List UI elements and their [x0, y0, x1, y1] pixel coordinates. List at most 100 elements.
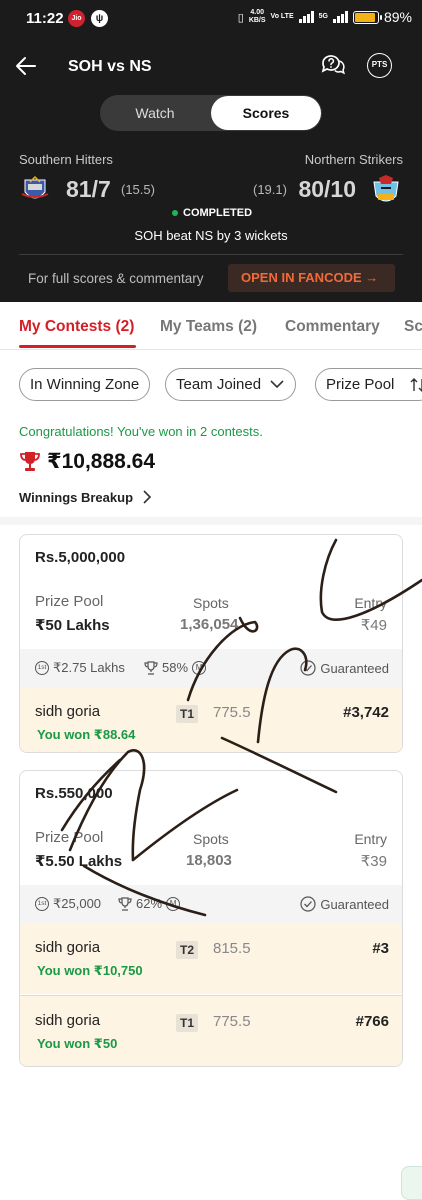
- first-prize-icon: 1st: [35, 897, 49, 911]
- match-status: COMPLETED: [183, 207, 253, 219]
- winnings-breakup-link[interactable]: Winnings Breakup: [19, 490, 133, 505]
- sort-icon: [410, 378, 422, 392]
- contest-info-row: 1st ₹25,000 62% M Guaranteed: [20, 885, 402, 923]
- network-speed: 4.00 KB/S: [249, 9, 266, 25]
- filter-prize-pool[interactable]: Prize Pool: [315, 368, 422, 401]
- multi-entry-icon: M: [192, 660, 207, 675]
- contest-card-1[interactable]: Rs.5,000,000 Prize Pool ₹50 Lakhs Spots …: [19, 534, 403, 753]
- contest-title: Rs.550,000: [35, 785, 113, 802]
- team-rank: #766: [355, 1013, 389, 1030]
- team-entry-row[interactable]: sidh goria You won ₹10,750 T2 815.5 #3: [20, 923, 402, 994]
- spots-value: 1,36,054: [180, 616, 239, 633]
- signal-icon: [298, 11, 314, 23]
- points-table-button[interactable]: PTS: [367, 53, 392, 78]
- check-circle-icon: [300, 896, 316, 912]
- entry-label: Entry: [354, 831, 387, 847]
- back-arrow-icon[interactable]: [14, 54, 38, 78]
- toggle-scores[interactable]: Scores: [211, 96, 321, 130]
- win-percentage: 58% M: [144, 660, 207, 675]
- status-indicators: ▯ 4.00 KB/S Vo LTE 5G 89%: [238, 9, 412, 25]
- fancode-note: For full scores & commentary: [28, 271, 204, 286]
- prize-pool-value: ₹50 Lakhs: [35, 617, 110, 634]
- entry-fee: ₹49: [360, 617, 387, 634]
- network-type: 5G: [318, 13, 328, 20]
- status-dot: [172, 210, 178, 216]
- network-speed-unit: KB/S: [248, 17, 266, 24]
- filter-winning-zone[interactable]: In Winning Zone: [19, 368, 151, 401]
- team1-score: 81/7: [66, 176, 111, 202]
- won-amount: You won ₹88.64: [37, 727, 136, 742]
- team2-overs: (19.1): [253, 182, 287, 197]
- win-percent-value: 58%: [162, 660, 189, 675]
- team1-logo-icon: [21, 175, 49, 199]
- tab-commentary[interactable]: Commentary: [285, 318, 380, 336]
- team-rank: #3,742: [343, 704, 389, 721]
- first-prize: 1st ₹2.75 Lakhs: [35, 660, 125, 676]
- spots-label: Spots: [193, 831, 229, 847]
- tab-scorecard[interactable]: Sc: [404, 318, 422, 336]
- prize-pool-label: Prize Pool: [35, 593, 104, 610]
- multi-entry-icon: M: [166, 896, 181, 911]
- team2-score: 80/10: [298, 176, 356, 202]
- chevron-right-icon[interactable]: [142, 489, 152, 505]
- team2-logo-icon: [373, 175, 399, 202]
- first-prize: 1st ₹25,000: [35, 896, 101, 912]
- team-rank: #3: [372, 940, 389, 957]
- toggle-watch[interactable]: Watch: [100, 95, 210, 131]
- signal-icon-2: [332, 11, 348, 23]
- vibrate-icon: ▯: [237, 11, 244, 24]
- entry-label: Entry: [354, 595, 387, 611]
- team-points: 815.5: [213, 940, 251, 957]
- team1-overs: (15.5): [121, 182, 155, 197]
- header-divider: [19, 254, 403, 255]
- chat-fab-icon[interactable]: [401, 1166, 422, 1200]
- status-bar: 11:22 Jio ψ ▯ 4.00 KB/S Vo LTE 5G 89%: [0, 0, 422, 38]
- user-name: sidh goria: [35, 703, 101, 720]
- battery-percent: 89%: [383, 9, 412, 25]
- guaranteed-label: Guaranteed: [320, 660, 389, 676]
- prize-pool-value: ₹5.50 Lakhs: [35, 853, 123, 870]
- filter-team-joined-label: Team Joined: [176, 376, 262, 393]
- match-title: SOH vs NS: [68, 58, 152, 75]
- open-in-fancode-button[interactable]: OPEN IN FANCODE →: [228, 264, 395, 292]
- contest-card-2[interactable]: Rs.550,000 Prize Pool ₹5.50 Lakhs Spots …: [19, 770, 403, 1067]
- team-badge: T2: [176, 941, 198, 959]
- active-tab-indicator: [19, 345, 136, 348]
- team-entry-row[interactable]: sidh goria You won ₹50 T1 775.5 #766: [20, 995, 402, 1066]
- team-entry-row[interactable]: sidh goria You won ₹88.64 T1 775.5 #3,74…: [20, 687, 402, 752]
- contest-title: Rs.5,000,000: [35, 549, 126, 566]
- network-speed-value: 4.00: [250, 9, 264, 16]
- tab-my-contests[interactable]: My Contests (2): [19, 318, 134, 336]
- team-points: 775.5: [213, 1013, 251, 1030]
- user-name: sidh goria: [35, 939, 101, 956]
- tab-my-teams[interactable]: My Teams (2): [160, 318, 257, 336]
- congrats-message: Congratulations! You've won in 2 contest…: [19, 424, 263, 439]
- filter-winning-zone-label: In Winning Zone: [30, 376, 140, 393]
- first-prize-icon: 1st: [35, 661, 49, 675]
- section-separator: [0, 517, 422, 525]
- jio-icon: Jio: [68, 10, 85, 27]
- spots-value: 18,803: [186, 852, 232, 869]
- user-name: sidh goria: [35, 1012, 101, 1029]
- battery-icon: [352, 10, 382, 24]
- check-circle-icon: [300, 660, 316, 676]
- trophy-outline-icon: [118, 896, 132, 911]
- app-notification-icon: ψ: [91, 10, 108, 27]
- first-prize-value: ₹25,000: [53, 896, 102, 911]
- team-badge: T1: [176, 1014, 198, 1032]
- guaranteed-badge: Guaranteed: [300, 660, 389, 676]
- won-amount: You won ₹10,750: [37, 963, 143, 978]
- watch-scores-toggle: Watch Scores: [100, 95, 322, 131]
- win-percentage: 62% M: [118, 896, 181, 911]
- contest-info-row: 1st ₹2.75 Lakhs 58% M Guaranteed: [20, 649, 402, 687]
- first-prize-value: ₹2.75 Lakhs: [53, 660, 125, 675]
- filter-prize-pool-label: Prize Pool: [326, 376, 395, 393]
- trophy-icon: [20, 452, 40, 471]
- help-chat-icon[interactable]: [320, 52, 346, 78]
- filter-team-joined[interactable]: Team Joined: [165, 368, 297, 401]
- prize-pool-label: Prize Pool: [35, 829, 104, 846]
- team-points: 775.5: [213, 704, 251, 721]
- battery-fill: [354, 12, 375, 22]
- match-header: SOH vs NS PTS Watch Scores Southern Hitt…: [0, 38, 422, 302]
- team2-name: Northern Strikers: [304, 152, 403, 167]
